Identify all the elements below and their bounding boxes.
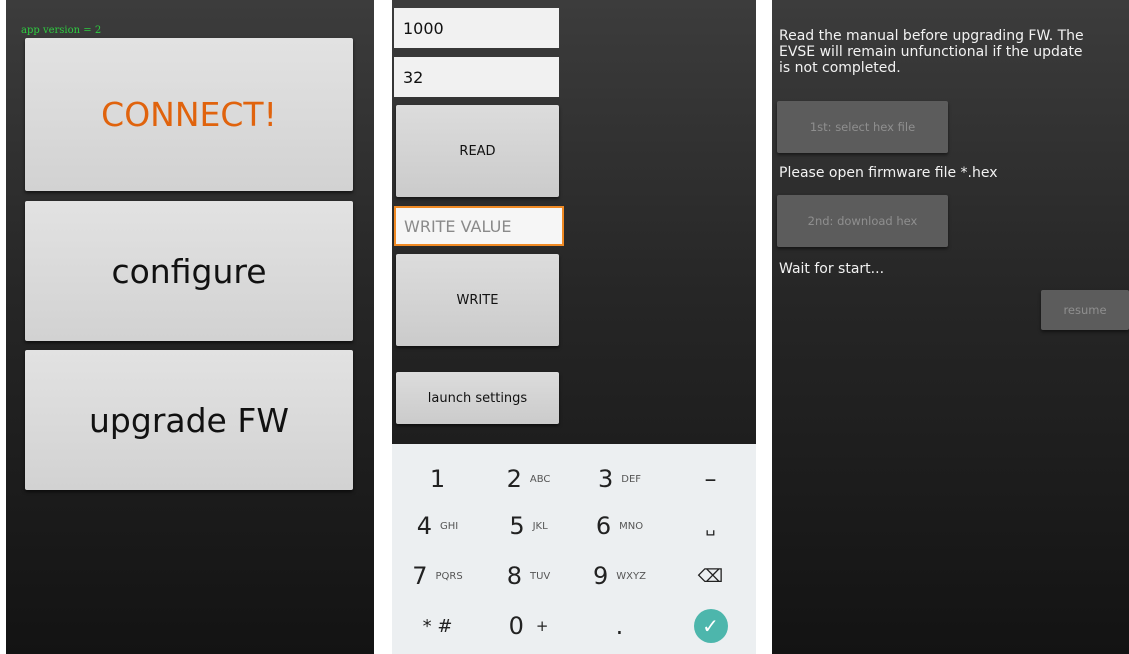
key-main-label: 6 xyxy=(595,512,612,540)
key-letters-label: PQRS xyxy=(435,570,463,582)
select-hex-file-button[interactable]: 1st: select hex file xyxy=(777,101,948,153)
app-version-label: app version = 2 xyxy=(21,25,102,36)
key-main-label: * # xyxy=(422,615,453,637)
connect-button[interactable]: CONNECT! xyxy=(25,38,353,191)
warning-line-3: is not completed. xyxy=(779,60,901,76)
key-main-label: ␣ xyxy=(705,516,716,536)
open-firmware-text: Please open firmware file *.hex xyxy=(779,165,998,181)
upgrade-fw-button[interactable]: upgrade FW xyxy=(25,350,353,490)
configure-button[interactable]: configure xyxy=(25,201,353,341)
key-0[interactable]: 0 + xyxy=(483,601,574,651)
key-letters-label: DEF xyxy=(621,473,642,485)
key-main-label: 0 xyxy=(508,612,524,640)
key-space[interactable]: ␣ xyxy=(665,501,756,551)
key-6[interactable]: 6 MNO xyxy=(574,501,665,551)
key-letters-label: WXYZ xyxy=(616,570,646,582)
backspace-key[interactable]: ⌫ xyxy=(665,551,756,601)
key-main-label: 1 xyxy=(429,465,446,493)
write-value-input[interactable]: WRITE VALUE xyxy=(394,206,564,246)
upgrade-fw-screen: Read the manual before upgrading FW. The… xyxy=(772,0,1129,654)
key-5[interactable]: 5 JKL xyxy=(483,501,574,551)
key-3[interactable]: 3 DEF xyxy=(574,454,665,504)
wait-status-text: Wait for start... xyxy=(779,261,885,277)
key-8[interactable]: 8 TUV xyxy=(483,551,574,601)
main-menu-screen: app version = 2 CONNECT! configure upgra… xyxy=(6,0,374,654)
key-letters-label: GHI xyxy=(440,520,459,532)
key-letters-label: JKL xyxy=(532,520,548,532)
key-2[interactable]: 2 ABC xyxy=(483,454,574,504)
key-main-label: – xyxy=(704,465,717,493)
key-main-label: 9 xyxy=(593,562,609,590)
key-4[interactable]: 4 GHI xyxy=(392,501,483,551)
key-minus[interactable]: – xyxy=(665,454,756,504)
key-period[interactable]: . xyxy=(574,601,665,651)
warning-line-1: Read the manual before upgrading FW. The xyxy=(779,28,1084,44)
key-main-label: 2 xyxy=(506,465,522,493)
resume-button[interactable]: resume xyxy=(1041,290,1129,330)
count-field[interactable]: 32 xyxy=(394,57,559,97)
done-check-key[interactable]: ✓ xyxy=(665,601,756,651)
key-9[interactable]: 9 WXYZ xyxy=(574,551,665,601)
key-main-label: 8 xyxy=(506,562,522,590)
key-letters-label: + xyxy=(535,617,549,635)
write-button[interactable]: WRITE xyxy=(396,254,559,346)
backspace-icon: ⌫ xyxy=(697,565,724,587)
key-letters-label: ABC xyxy=(529,473,551,485)
launch-settings-button[interactable]: launch settings xyxy=(396,372,559,424)
key-1[interactable]: 1 xyxy=(392,454,483,504)
key-7[interactable]: 7 PQRS xyxy=(392,551,483,601)
warning-line-2: EVSE will remain unfunctional if the upd… xyxy=(779,44,1083,60)
configure-screen: 1000 32 READ WRITE VALUE WRITE launch se… xyxy=(392,0,756,654)
key-star-hash[interactable]: * # xyxy=(392,601,483,651)
numeric-keypad: 1 2 ABC 3 DEF – 4 GHI 5 JKL 6 MNO ␣ 7 PQRS 8 TUV 9 WXYZ ⌫ * … xyxy=(392,444,756,654)
key-main-label: 3 xyxy=(597,465,614,493)
key-main-label: 7 xyxy=(412,562,428,590)
key-letters-label: TUV xyxy=(530,570,551,582)
key-main-label: . xyxy=(615,612,624,640)
done-check-icon: ✓ xyxy=(693,609,728,643)
download-hex-button[interactable]: 2nd: download hex xyxy=(777,195,948,247)
read-button[interactable]: READ xyxy=(396,105,559,197)
key-main-label: 4 xyxy=(416,512,433,540)
address-field[interactable]: 1000 xyxy=(394,8,559,48)
key-letters-label: MNO xyxy=(619,520,644,532)
key-main-label: 5 xyxy=(509,512,525,540)
